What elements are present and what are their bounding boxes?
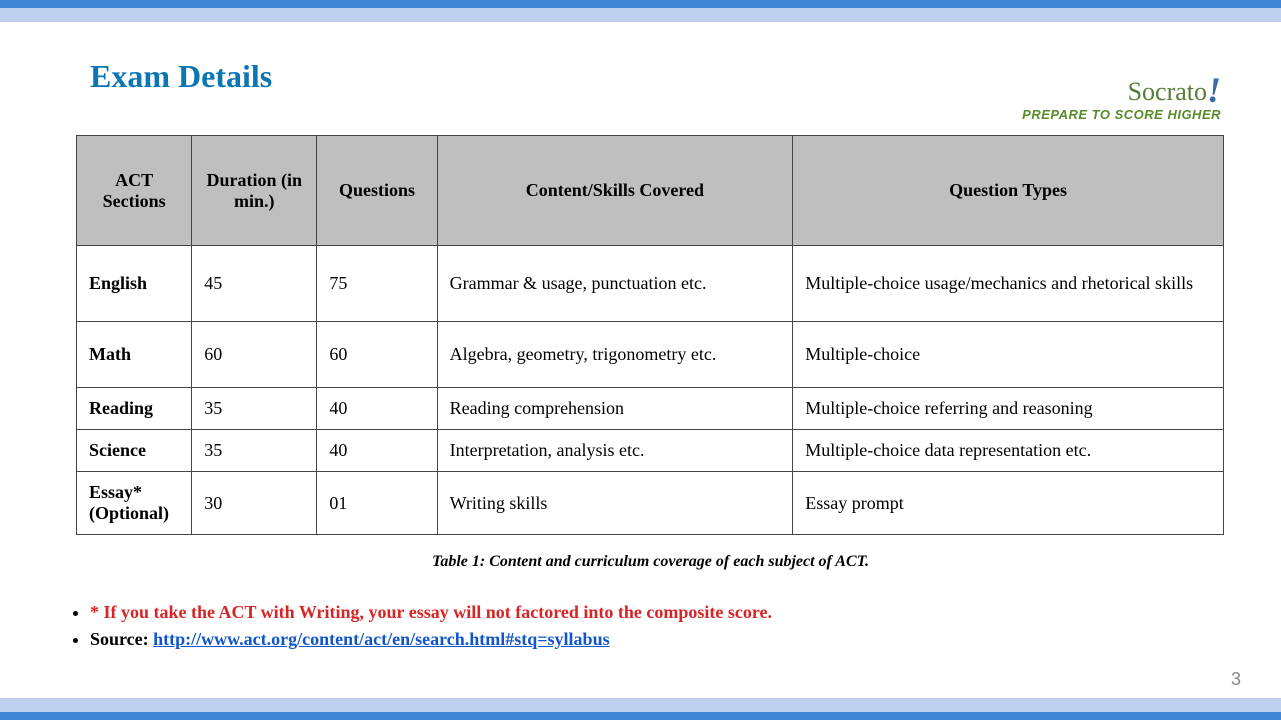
- cell-duration: 35: [192, 430, 317, 472]
- header-questions: Questions: [317, 136, 437, 246]
- header-sections: ACT Sections: [77, 136, 192, 246]
- notes-list: * If you take the ACT with Writing, your…: [70, 599, 1211, 653]
- bottom-border-light: [0, 698, 1281, 712]
- table-row: English 45 75 Grammar & usage, punctuati…: [77, 246, 1224, 322]
- table-row: Science 35 40 Interpretation, analysis e…: [77, 430, 1224, 472]
- cell-types: Multiple-choice referring and reasoning: [793, 388, 1224, 430]
- cell-questions: 40: [317, 388, 437, 430]
- cell-content: Interpretation, analysis etc.: [437, 430, 793, 472]
- cell-questions: 40: [317, 430, 437, 472]
- header-types: Question Types: [793, 136, 1224, 246]
- cell-section: Essay* (Optional): [77, 472, 192, 535]
- table-header-row: ACT Sections Duration (in min.) Question…: [77, 136, 1224, 246]
- cell-questions: 60: [317, 322, 437, 388]
- table-row: Essay* (Optional) 30 01 Writing skills E…: [77, 472, 1224, 535]
- cell-duration: 60: [192, 322, 317, 388]
- table-row: Math 60 60 Algebra, geometry, trigonomet…: [77, 322, 1224, 388]
- cell-section: Reading: [77, 388, 192, 430]
- cell-questions: 75: [317, 246, 437, 322]
- act-sections-table: ACT Sections Duration (in min.) Question…: [76, 135, 1224, 535]
- cell-content: Grammar & usage, punctuation etc.: [437, 246, 793, 322]
- cell-section: Science: [77, 430, 192, 472]
- table-caption: Table 1: Content and curriculum coverage…: [90, 553, 1211, 571]
- logo-exclaim-icon: !: [1207, 70, 1221, 110]
- source-label: Source:: [90, 629, 153, 649]
- cell-content: Reading comprehension: [437, 388, 793, 430]
- cell-types: Multiple-choice: [793, 322, 1224, 388]
- cell-types: Essay prompt: [793, 472, 1224, 535]
- note-text: * If you take the ACT with Writing, your…: [90, 602, 772, 622]
- cell-content: Algebra, geometry, trigonometry etc.: [437, 322, 793, 388]
- cell-types: Multiple-choice data representation etc.: [793, 430, 1224, 472]
- cell-duration: 30: [192, 472, 317, 535]
- source-item: Source: http://www.act.org/content/act/e…: [90, 626, 1211, 653]
- cell-types: Multiple-choice usage/mechanics and rhet…: [793, 246, 1224, 322]
- logo-tagline: PREPARE TO SCORE HIGHER: [1022, 107, 1221, 122]
- cell-section: Math: [77, 322, 192, 388]
- header-duration: Duration (in min.): [192, 136, 317, 246]
- cell-section: English: [77, 246, 192, 322]
- brand-logo: Socrato! PREPARE TO SCORE HIGHER: [1022, 67, 1221, 122]
- table-row: Reading 35 40 Reading comprehension Mult…: [77, 388, 1224, 430]
- header-content: Content/Skills Covered: [437, 136, 793, 246]
- note-item: * If you take the ACT with Writing, your…: [90, 599, 1211, 626]
- cell-questions: 01: [317, 472, 437, 535]
- slide-content: Exam Details Socrato! PREPARE TO SCORE H…: [0, 22, 1281, 653]
- cell-content: Writing skills: [437, 472, 793, 535]
- page-number: 3: [1231, 669, 1241, 690]
- source-link[interactable]: http://www.act.org/content/act/en/search…: [153, 629, 609, 649]
- top-border-dark: [0, 0, 1281, 8]
- top-border-light: [0, 8, 1281, 22]
- cell-duration: 45: [192, 246, 317, 322]
- logo-text: Socrato: [1128, 77, 1207, 106]
- cell-duration: 35: [192, 388, 317, 430]
- bottom-border-dark: [0, 712, 1281, 720]
